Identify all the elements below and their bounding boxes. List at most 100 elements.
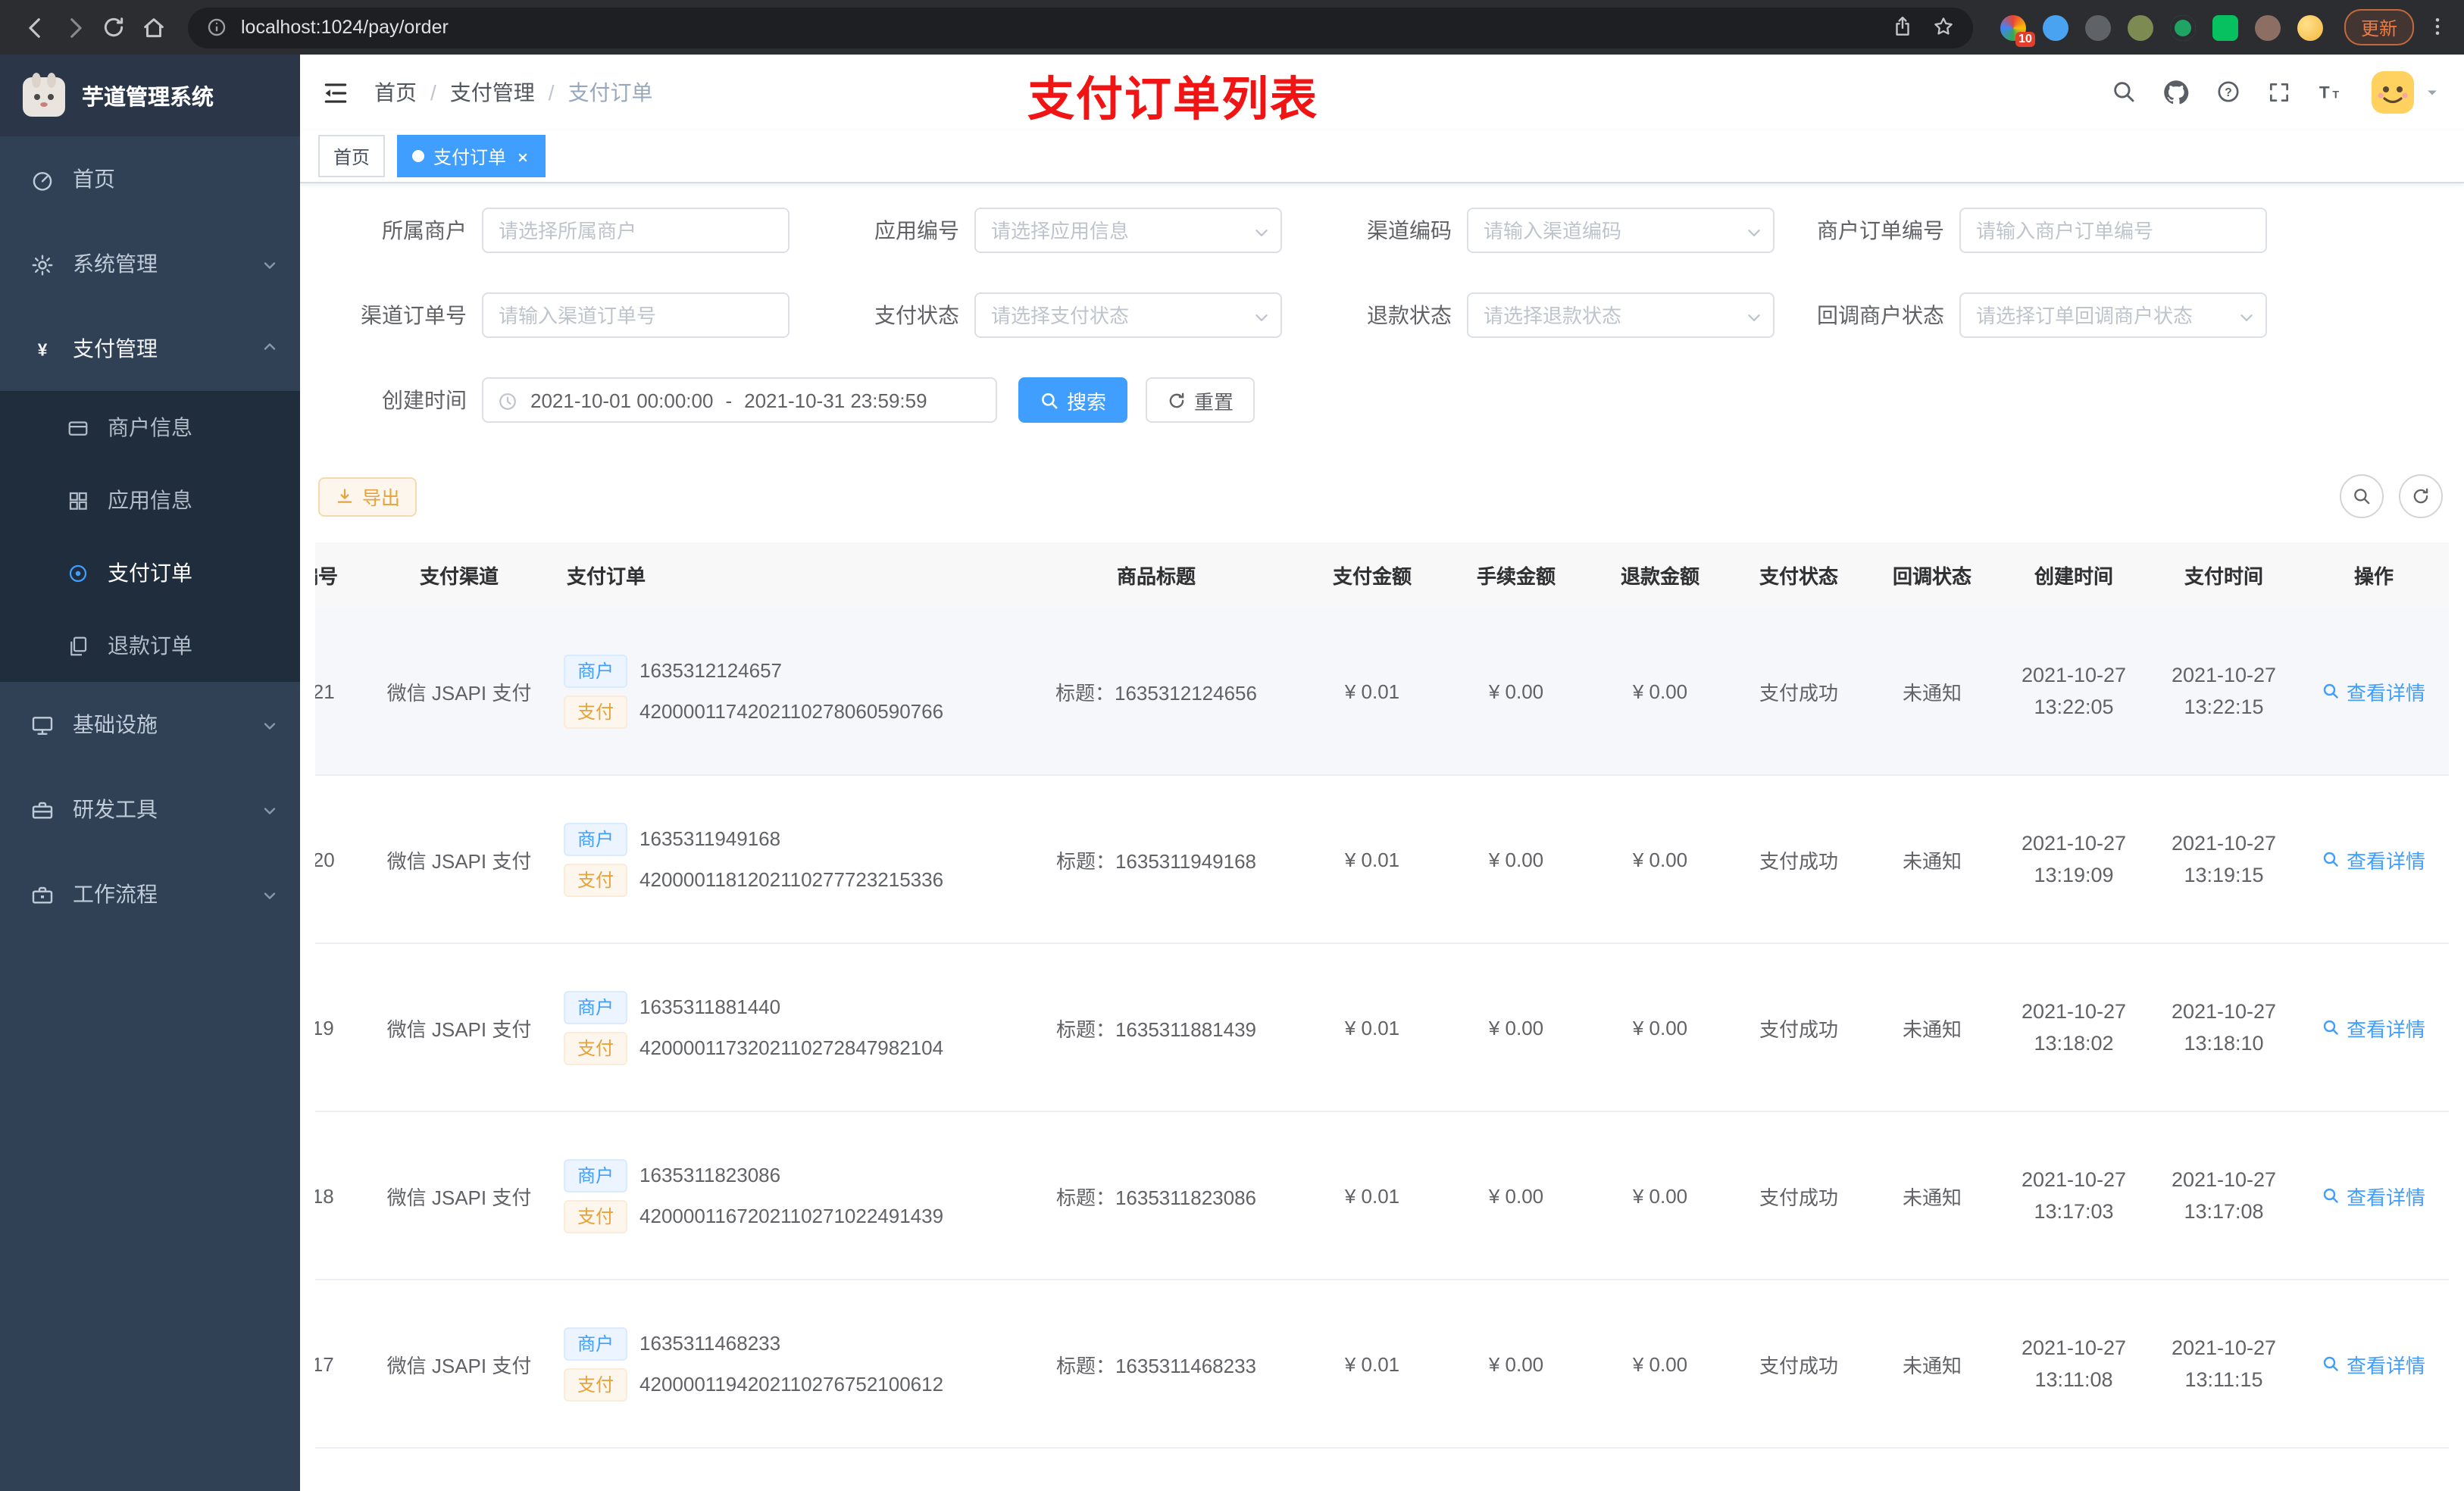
github-icon[interactable] xyxy=(2162,79,2190,106)
pay-status-select[interactable] xyxy=(974,292,1282,338)
browser-forward-button[interactable] xyxy=(55,8,94,47)
browser-menu-icon[interactable] xyxy=(2426,14,2449,41)
extension-icon-1[interactable]: 10 xyxy=(2000,14,2035,46)
sidebar-item-payment[interactable]: ¥ 支付管理 xyxy=(0,306,300,391)
sidebar-item-refund-order[interactable]: 退款订单 xyxy=(0,609,300,682)
order-status: 支付成功 xyxy=(1732,1280,1865,1449)
font-size-icon[interactable]: TT xyxy=(2317,79,2344,106)
sidebar-toggle-icon[interactable] xyxy=(321,78,350,107)
bookmark-star-icon[interactable] xyxy=(1932,14,1955,41)
sidebar-item-pay-order[interactable]: 支付订单 xyxy=(0,536,300,609)
channel-order-no-input[interactable] xyxy=(482,292,790,338)
merchant-order-no-input[interactable] xyxy=(1959,208,2267,253)
pay-order-no: 4200001181202110277723215336 xyxy=(639,868,944,891)
extension-icon-2[interactable] xyxy=(2042,14,2068,40)
field-label: 渠道编码 xyxy=(1367,218,1452,242)
merchant-order-no: 1635311881440 xyxy=(639,996,781,1018)
pay-tag: 支付 xyxy=(564,1031,628,1064)
extension-icon-7[interactable] xyxy=(2254,14,2281,40)
merchant-input[interactable] xyxy=(482,208,790,253)
view-detail-link[interactable]: 查看详情 xyxy=(2322,845,2425,874)
order-refund: ¥ 0.00 xyxy=(1588,943,1732,1112)
clock-icon xyxy=(497,388,518,411)
pay-order-no: 4200001167202110271022491439 xyxy=(639,1205,944,1227)
sidebar-item-label: 商户信息 xyxy=(108,415,192,439)
order-title xyxy=(1012,1448,1300,1491)
user-menu[interactable] xyxy=(2370,70,2440,115)
field-label: 支付状态 xyxy=(874,303,959,327)
order-numbers: 商户 1635311468233 支付 42000011942021102767… xyxy=(558,1280,1012,1449)
app-logo[interactable]: 芋道管理系统 xyxy=(0,55,300,136)
sidebar-item-infrastructure[interactable]: 基础设施 xyxy=(0,682,300,767)
order-id: 118 xyxy=(315,1111,361,1280)
view-detail-link[interactable]: 查看详情 xyxy=(2322,677,2425,705)
reset-button[interactable]: 重置 xyxy=(1146,377,1255,423)
sidebar-item-system[interactable]: 系统管理 xyxy=(0,221,300,306)
table-row: 118 微信 JSAPI 支付 商户 1635311823086 支付 4200… xyxy=(315,1111,2449,1280)
url-bar[interactable]: localhost:1024/pay/order xyxy=(188,7,1973,48)
help-icon[interactable]: ? xyxy=(2215,79,2241,106)
notify-status-select[interactable] xyxy=(1959,292,2267,338)
sidebar-item-dev-tools[interactable]: 研发工具 xyxy=(0,767,300,852)
order-fee: ¥ 0.00 xyxy=(1444,943,1588,1112)
close-icon[interactable] xyxy=(515,145,530,167)
sidebar: 芋道管理系统 首页 系统管理 ¥ 支付管理 商户信息 应用信息 支付订单 退款订… xyxy=(0,55,300,1491)
order-create-time: 2021-10-27 13:19:09 xyxy=(1999,775,2149,944)
fullscreen-icon[interactable] xyxy=(2267,79,2291,106)
table-header-row: 编号 支付渠道 支付订单 商品标题 支付金额 手续金额 退款金额 支付状态 回调… xyxy=(315,542,2449,608)
refresh-icon[interactable] xyxy=(2399,474,2443,518)
order-numbers: 商户 1635311949168 支付 42000011812021102777… xyxy=(558,775,1012,944)
screen: localhost:1024/pay/order 10 更新 芋道管理系统 首页… xyxy=(0,0,2464,1491)
order-id: 119 xyxy=(315,943,361,1112)
table-row: 121 微信 JSAPI 支付 商户 1635312124657 支付 4200… xyxy=(315,608,2449,776)
browser-back-button[interactable] xyxy=(15,8,55,47)
sidebar-item-workflow[interactable]: 工作流程 xyxy=(0,852,300,936)
sidebar-item-home[interactable]: 首页 xyxy=(0,136,300,221)
share-icon[interactable] xyxy=(1891,14,1914,41)
view-detail-link[interactable]: 查看详情 xyxy=(2322,1013,2425,1042)
view-detail-label: 查看详情 xyxy=(2346,1354,2425,1377)
search-button[interactable]: 搜索 xyxy=(1018,377,1128,423)
refund-status-select[interactable] xyxy=(1467,292,1775,338)
url-text[interactable]: localhost:1024/pay/order xyxy=(241,17,1873,38)
site-info-icon[interactable] xyxy=(206,14,227,41)
svg-text:T: T xyxy=(2319,83,2330,102)
extensions-area: 10 xyxy=(2000,14,2323,46)
browser-home-button[interactable] xyxy=(133,8,173,47)
toggle-search-icon[interactable] xyxy=(2340,474,2384,518)
order-amount: ¥ 0.01 xyxy=(1300,1111,1444,1280)
tab-pay-order[interactable]: 支付订单 xyxy=(397,135,546,177)
breadcrumb-payment[interactable]: 支付管理 xyxy=(450,77,535,108)
extension-icon-5[interactable] xyxy=(2169,14,2196,40)
dashboard-icon xyxy=(30,166,55,192)
pay-order-no: 4200001194202110276752100612 xyxy=(639,1373,944,1396)
table-row: 商户 163531185786 支付 查看详情 xyxy=(315,1448,2449,1491)
profile-avatar-icon[interactable] xyxy=(2297,14,2323,40)
extension-icon-6[interactable] xyxy=(2212,14,2238,40)
extension-icon-3[interactable] xyxy=(2084,14,2111,40)
browser-update-button[interactable]: 更新 xyxy=(2344,9,2414,45)
view-detail-link[interactable]: 查看详情 xyxy=(2322,1181,2425,1210)
filter-channel-order-no: 渠道订单号 xyxy=(315,292,790,338)
field-label: 商户订单编号 xyxy=(1817,218,1944,242)
order-actions: 查看详情 xyxy=(2299,775,2449,944)
app-select[interactable] xyxy=(974,208,1282,253)
sidebar-item-app-info[interactable]: 应用信息 xyxy=(0,464,300,536)
chevron-down-icon xyxy=(261,797,279,821)
sidebar-item-label: 工作流程 xyxy=(73,882,158,906)
extension-icon-4[interactable] xyxy=(2127,14,2153,40)
filter-pay-status: 支付状态 xyxy=(808,292,1282,338)
tab-home[interactable]: 首页 xyxy=(318,135,386,177)
search-icon[interactable] xyxy=(2111,79,2137,106)
date-range-picker[interactable]: 2021-10-01 00:00:00 - 2021-10-31 23:59:5… xyxy=(482,377,997,423)
view-detail-link[interactable]: 查看详情 xyxy=(2322,1349,2425,1378)
field-label: 所属商户 xyxy=(382,218,467,242)
export-button[interactable]: 导出 xyxy=(318,477,417,516)
channel-code-select[interactable] xyxy=(1467,208,1775,253)
grid-icon xyxy=(67,487,89,513)
page-header: 首页 / 支付管理 / 支付订单 ? T T xyxy=(300,55,2464,130)
browser-reload-button[interactable] xyxy=(94,8,133,47)
breadcrumb-home[interactable]: 首页 xyxy=(374,77,417,108)
filter-notify-status: 回调商户状态 xyxy=(1793,292,2267,338)
sidebar-item-merchant-info[interactable]: 商户信息 xyxy=(0,391,300,464)
